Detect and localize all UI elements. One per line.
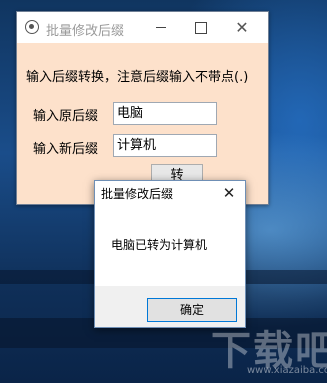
maximize-icon bbox=[195, 21, 207, 34]
main-window-titlebar[interactable]: 批量修改后缀 ✕ bbox=[17, 12, 268, 43]
watermark-url: www.xiazaiba.com bbox=[247, 365, 327, 376]
message-box: 批量修改后缀 ✕ 电脑已转为计算机 确定 bbox=[94, 180, 246, 328]
instruction-text: 输入后缀转换，注意后缀输入不带点(.) bbox=[26, 70, 249, 85]
old-suffix-input[interactable]: 电脑 bbox=[113, 102, 217, 125]
close-button[interactable]: ✕ bbox=[223, 12, 261, 43]
message-box-close-button[interactable]: ✕ bbox=[217, 182, 241, 204]
site-watermark: 下载吧 www.xiazaiba.com bbox=[205, 318, 327, 378]
new-suffix-label: 输入新后缀 bbox=[33, 142, 99, 157]
minimize-button[interactable] bbox=[142, 12, 180, 43]
old-suffix-label: 输入原后缀 bbox=[33, 109, 99, 124]
minimize-icon bbox=[156, 27, 166, 28]
app-icon bbox=[25, 20, 39, 34]
close-icon: ✕ bbox=[222, 184, 236, 202]
maximize-button[interactable] bbox=[182, 12, 220, 43]
main-window-title: 批量修改后缀 bbox=[46, 24, 125, 39]
message-text: 电脑已转为计算机 bbox=[111, 238, 208, 252]
message-box-body: 电脑已转为计算机 bbox=[95, 206, 245, 286]
message-box-titlebar[interactable]: 批量修改后缀 ✕ bbox=[95, 181, 245, 206]
message-box-title: 批量修改后缀 bbox=[101, 187, 174, 201]
close-icon: ✕ bbox=[235, 18, 249, 37]
new-suffix-input[interactable]: 计算机 bbox=[113, 134, 217, 157]
main-window: 批量修改后缀 ✕ 输入后缀转换，注意后缀输入不带点(.) 输入原后缀 电脑 输入… bbox=[16, 11, 269, 205]
